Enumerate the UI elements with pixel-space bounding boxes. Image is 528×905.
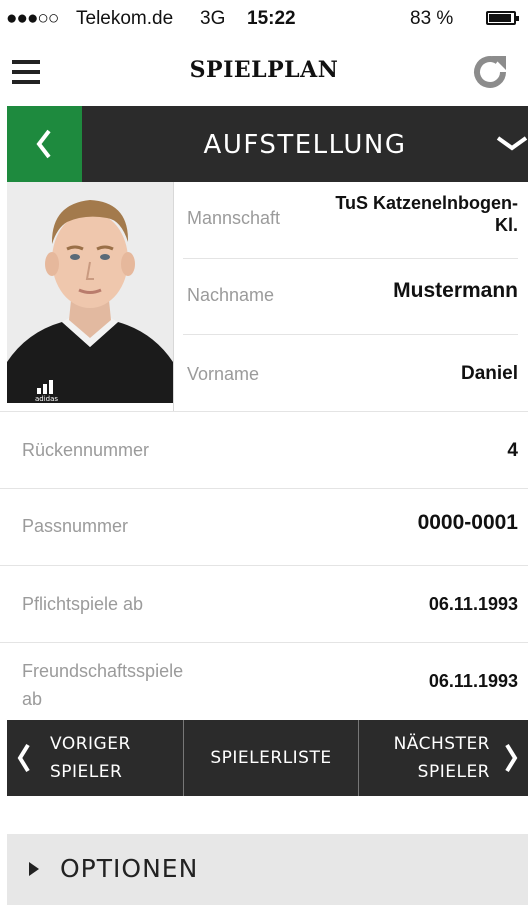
detail-label: Rückennummer: [22, 440, 150, 460]
photo-divider: [173, 182, 174, 411]
next-player-button[interactable]: NÄCHSTER SPIELER: [359, 720, 528, 796]
next-label-line2: SPIELER: [417, 762, 490, 782]
detail-row-freundschaftsspiele: Freundschaftsspiele ab 06.11.1993: [22, 643, 518, 719]
field-row-vorname: Vorname Daniel: [183, 335, 518, 411]
detail-label: Passnummer: [22, 516, 129, 536]
previous-label-line1: VORIGER: [50, 734, 131, 754]
signal-strength: ●●●○○: [6, 8, 59, 29]
field-row-mannschaft: Mannschaft TuS Katzenelnbogen- Kl.: [183, 183, 518, 259]
field-label: Nachname: [187, 285, 275, 305]
field-label: Mannschaft: [187, 208, 281, 228]
chevron-down-icon[interactable]: [495, 134, 528, 154]
detail-row-pflichtspiele: Pflichtspiele ab 06.11.1993: [22, 566, 518, 642]
caret-right-icon: [29, 862, 39, 876]
page-title: SPIELPLAN: [189, 57, 339, 83]
previous-player-button[interactable]: VORIGER SPIELER: [7, 720, 183, 796]
previous-label-line2: SPIELER: [50, 762, 123, 782]
carrier-name: Telekom.de: [76, 8, 174, 29]
chevron-left-icon: [17, 743, 30, 773]
next-label-line1: NÄCHSTER: [393, 734, 490, 754]
status-bar: ●●●○○ Telekom.de 3G 15:22 83 %: [0, 0, 528, 38]
svg-text:adidas: adidas: [35, 395, 58, 403]
network-type: 3G: [200, 8, 226, 29]
player-list-button[interactable]: SPIELERLISTE: [184, 720, 358, 796]
detail-value-date: 06.11.1993: [428, 594, 518, 614]
section-title: AUFSTELLUNG: [203, 130, 407, 160]
battery-percent: 83 %: [410, 8, 454, 29]
refresh-icon[interactable]: [470, 52, 510, 92]
player-navigation: VORIGER SPIELER SPIELERLISTE NÄCHSTER SP…: [7, 720, 528, 796]
field-value-lastname: Mustermann: [393, 279, 518, 302]
player-photo: adidas: [7, 182, 173, 403]
detail-value-number: 4: [507, 440, 518, 461]
section-bar: AUFSTELLUNG: [7, 106, 528, 182]
field-value-team: TuS Katzenelnbogen- Kl.: [335, 193, 518, 235]
app-header: SPIELPLAN: [0, 38, 528, 106]
field-value-firstname: Daniel: [460, 363, 518, 384]
options-label: OPTIONEN: [60, 854, 199, 883]
field-label: Vorname: [187, 364, 260, 384]
detail-row-passnummer: Passnummer 0000-0001: [22, 489, 518, 565]
options-toggle[interactable]: OPTIONEN: [7, 834, 528, 905]
detail-row-rueckennummer: Rückennummer 4: [22, 412, 518, 488]
field-row-nachname: Nachname Mustermann: [183, 259, 518, 335]
chevron-right-icon: [505, 743, 518, 773]
detail-value-passnumber: 0000-0001: [417, 511, 518, 534]
detail-value-date: 06.11.1993: [428, 671, 518, 691]
detail-label: Freundschaftsspiele ab: [22, 661, 184, 709]
clock: 15:22: [247, 8, 296, 29]
back-button[interactable]: [7, 106, 82, 182]
battery-icon: [486, 11, 519, 25]
chevron-left-icon: [36, 129, 51, 159]
player-list-label: SPIELERLISTE: [210, 748, 332, 768]
detail-label: Pflichtspiele ab: [22, 594, 144, 614]
